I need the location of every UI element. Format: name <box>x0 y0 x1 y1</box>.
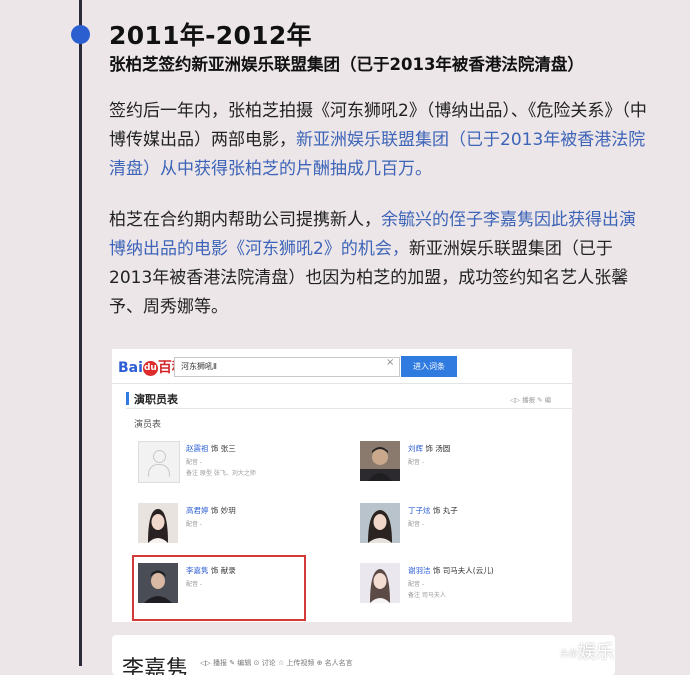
paragraph-2-text-before: 柏芝在合约期内帮助公司提携新人， <box>109 210 381 230</box>
section-actions[interactable]: ◁▷ 播报 ✎ 编 <box>510 394 551 404</box>
actor-name[interactable]: 刘辉 <box>408 444 423 453</box>
highlight-box <box>132 555 306 621</box>
clear-icon[interactable]: × <box>386 357 394 368</box>
section-accent-bar <box>126 392 129 405</box>
actor-name[interactable]: 高君婷 <box>186 506 209 515</box>
baike-entry-card: 李嘉隽 ◁▷ 播报 ✎ 编辑 ⊙ 讨论 ☆ 上传视频 ⊕ 名人名言 <box>112 635 615 675</box>
actor-card[interactable]: 高君婷 饰 妙玥 配音 - <box>138 503 353 563</box>
role-name: 汤圆 <box>435 444 451 453</box>
paragraph-1: 签约后一年内，张柏芝拍摄《河东狮吼2》（博纳出品）、《危险关系》（中博传媒出品）… <box>109 97 649 184</box>
paragraph-2: 柏芝在合约期内帮助公司提携新人，余毓兴的侄子李嘉隽因此获得出演博纳出品的电影《河… <box>109 206 649 322</box>
entry-title: 李嘉隽 <box>122 657 189 675</box>
actor-note: 备注 原型 张飞、刘大之师 <box>186 470 256 477</box>
role-name: 张三 <box>220 444 236 453</box>
actor-photo <box>360 441 400 481</box>
search-input[interactable]: 河东狮吼Ⅱ <box>174 357 400 377</box>
timeline-subtitle: 张柏芝签约新亚洲娱乐联盟集团（已于2013年被香港法院清盘） <box>109 55 584 74</box>
timeline-dot <box>71 25 90 44</box>
logo-bai-text: Bai <box>118 360 143 376</box>
actor-name-line: 刘辉 饰 汤圆 <box>408 443 450 454</box>
watermark-small: 头条 <box>560 649 579 660</box>
search-value: 河东狮吼Ⅱ <box>181 362 217 371</box>
actor-photo <box>360 503 400 543</box>
role-prefix: 饰 <box>432 566 441 575</box>
role-name: 司马夫人(云儿) <box>442 566 494 575</box>
role-name: 丸子 <box>442 506 458 515</box>
role-name: 妙玥 <box>220 506 236 515</box>
actor-name[interactable]: 谢羽洁 <box>408 566 431 575</box>
actor-name[interactable]: 丁子炫 <box>408 506 431 515</box>
timeline-line <box>79 0 82 666</box>
role-prefix: 饰 <box>210 444 219 453</box>
section-title: 演职员表 <box>134 393 178 406</box>
timeline-year: 2011年-2012年 <box>109 21 312 50</box>
tab-cast[interactable]: 演员表 <box>134 417 161 430</box>
actor-card[interactable]: 赵震祖 饰 张三 配音 - 备注 原型 张飞、刘大之师 <box>138 441 353 501</box>
actor-name-line: 赵震祖 饰 张三 <box>186 443 236 454</box>
actor-card[interactable]: 丁子炫 饰 丸子 配音 - <box>360 503 572 563</box>
watermark: 头条娱乐 <box>560 638 614 664</box>
baike-screenshot: Baidu百科 河东狮吼Ⅱ × 进入词条 演职员表 ◁▷ 播报 ✎ 编 演员表 … <box>112 349 572 622</box>
actor-card[interactable]: 刘辉 饰 汤圆 配音 - <box>360 441 572 501</box>
role-prefix: 饰 <box>210 506 219 515</box>
actor-dub: 配音 - <box>186 459 203 466</box>
logo-paw-icon: du <box>142 360 158 376</box>
actor-dub: 配音 - <box>186 521 203 528</box>
actor-name-line: 丁子炫 饰 丸子 <box>408 505 458 516</box>
actor-photo <box>360 563 400 603</box>
actor-name[interactable]: 赵震祖 <box>186 444 209 453</box>
actor-card[interactable]: 谢羽洁 饰 司马夫人(云儿) 配音 - 备注 司马夫人 <box>360 563 572 622</box>
actor-dub: 配音 - <box>408 581 425 588</box>
actor-dub: 配音 - <box>408 521 425 528</box>
section-divider <box>126 408 572 409</box>
avatar-placeholder-icon <box>138 441 180 483</box>
enter-entry-button[interactable]: 进入词条 <box>401 356 457 377</box>
actor-dub: 配音 - <box>408 459 425 466</box>
role-prefix: 饰 <box>432 506 441 515</box>
actor-name-line: 谢羽洁 饰 司马夫人(云儿) <box>408 565 494 576</box>
role-prefix: 饰 <box>425 444 433 453</box>
entry-actions[interactable]: ◁▷ 播报 ✎ 编辑 ⊙ 讨论 ☆ 上传视频 ⊕ 名人名言 <box>200 658 353 668</box>
actor-name-line: 高君婷 饰 妙玥 <box>186 505 236 516</box>
actor-photo <box>138 503 178 543</box>
baike-header: Baidu百科 河东狮吼Ⅱ × 进入词条 <box>112 349 572 384</box>
actor-note: 备注 司马夫人 <box>408 592 446 599</box>
watermark-main: 娱乐 <box>578 642 615 663</box>
